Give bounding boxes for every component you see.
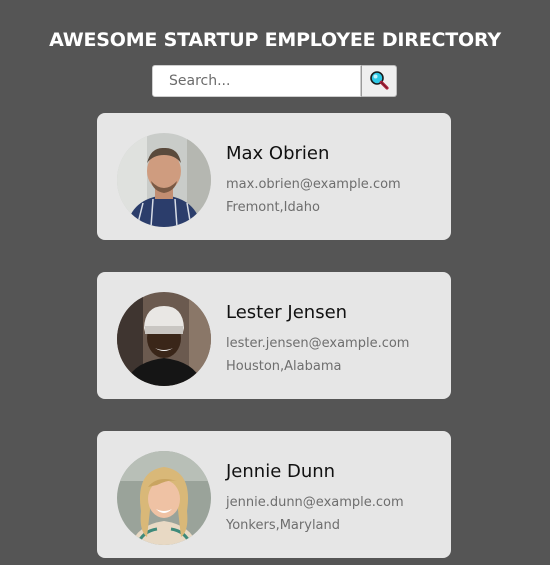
page-title: AWESOME STARTUP EMPLOYEE DIRECTORY	[49, 29, 501, 51]
employee-info: Lester Jensen lester.jensen@example.com …	[226, 302, 409, 378]
search-button[interactable]	[361, 65, 397, 97]
employee-info: Max Obrien max.obrien@example.com Fremon…	[226, 143, 401, 219]
employee-location: Houston,Alabama	[226, 359, 342, 374]
employee-card[interactable]: Jennie Dunn jennie.dunn@example.com Yonk…	[97, 431, 451, 558]
search-input[interactable]	[152, 65, 361, 97]
employee-name: Jennie Dunn	[226, 461, 336, 482]
employee-location: Fremont,Idaho	[226, 200, 320, 215]
employee-info: Jennie Dunn jennie.dunn@example.com Yonk…	[226, 461, 404, 537]
employee-name: Max Obrien	[226, 143, 330, 164]
employee-card[interactable]: Max Obrien max.obrien@example.com Fremon…	[97, 113, 451, 240]
search-bar	[152, 65, 397, 97]
employee-name: Lester Jensen	[226, 302, 348, 323]
employee-email: lester.jensen@example.com	[226, 336, 410, 351]
employee-email: max.obrien@example.com	[226, 177, 401, 192]
avatar	[117, 451, 211, 545]
employee-card[interactable]: Lester Jensen lester.jensen@example.com …	[97, 272, 451, 399]
employee-email: jennie.dunn@example.com	[226, 495, 404, 510]
avatar	[117, 133, 211, 227]
magnifier-icon	[369, 70, 389, 93]
employee-location: Yonkers,Maryland	[226, 518, 341, 533]
avatar	[117, 292, 211, 386]
